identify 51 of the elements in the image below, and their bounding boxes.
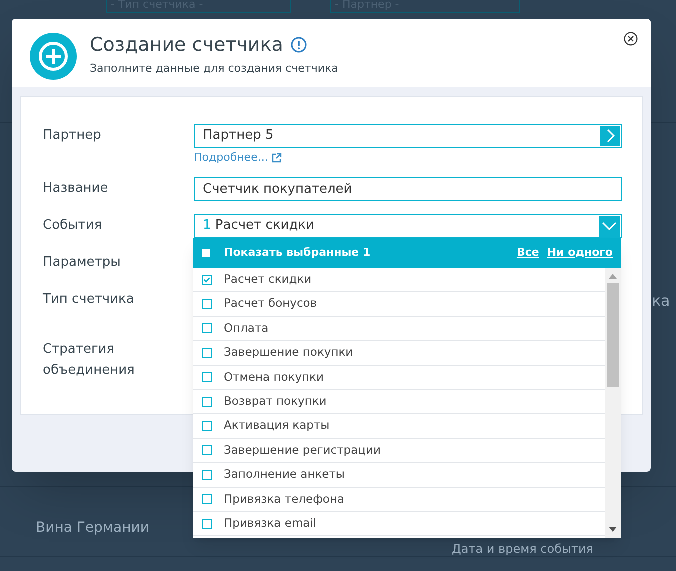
dialog-title: Создание счетчика xyxy=(90,33,284,58)
checkbox[interactable] xyxy=(202,299,212,310)
checkbox[interactable] xyxy=(202,323,212,334)
field-label: Параметры xyxy=(43,254,122,272)
info-icon xyxy=(291,37,308,54)
dialog-subtitle: Заполните данные для создания счетчика xyxy=(90,61,338,77)
checkbox[interactable] xyxy=(202,372,212,382)
checkbox[interactable] xyxy=(202,274,212,285)
table-cell-text: ка xyxy=(652,291,670,312)
events-select[interactable]: 1 Расчет скидки xyxy=(194,214,622,238)
option-row[interactable]: Заполнение анкеты xyxy=(193,463,605,488)
option-row[interactable]: Привязка email xyxy=(193,512,605,536)
chevron-down-icon[interactable] xyxy=(599,216,620,236)
option-row[interactable]: Завершение покупки xyxy=(193,341,605,366)
field-label: Стратегия объединения xyxy=(43,341,136,375)
checkbox[interactable] xyxy=(202,396,212,407)
close-icon[interactable] xyxy=(624,32,638,46)
partner-picker[interactable]: Партнер 5 xyxy=(194,124,622,148)
option-row[interactable]: Отмена покупки xyxy=(193,366,605,390)
chevron-right-icon[interactable] xyxy=(600,126,620,146)
checkbox-icon[interactable] xyxy=(202,249,210,257)
checkbox[interactable] xyxy=(202,518,212,529)
checkbox[interactable] xyxy=(202,494,212,504)
field-label: Тип счетчика xyxy=(43,291,136,309)
option-row[interactable]: Привязка телефона xyxy=(193,488,605,512)
checkbox[interactable] xyxy=(202,445,212,456)
field-label: Название xyxy=(43,180,110,198)
option-row[interactable]: Активация карты xyxy=(193,414,605,439)
select-value: 1 Расчет скидки xyxy=(203,217,314,236)
checkbox[interactable] xyxy=(202,348,212,358)
option-row[interactable]: Расчет бонусов xyxy=(193,292,605,317)
table-cell-text: Дата и время события xyxy=(452,541,594,558)
table-cell-text: Вина Германии xyxy=(36,519,150,538)
add-icon xyxy=(30,33,77,80)
scroll-thumb[interactable] xyxy=(607,283,619,387)
field-label: Партнер xyxy=(43,127,102,145)
option-row[interactable]: Оплата xyxy=(193,316,605,342)
field-label: События xyxy=(43,217,104,235)
scrollbar[interactable] xyxy=(605,268,621,538)
option-row[interactable]: Возврат покупки xyxy=(193,390,605,414)
scroll-down-icon[interactable] xyxy=(609,527,617,532)
option-row[interactable]: Завершение регистрации xyxy=(193,438,605,464)
show-selected-label: Показать выбранные 1 xyxy=(224,244,371,261)
checkbox[interactable] xyxy=(202,470,212,480)
external-link-icon xyxy=(272,153,282,164)
checkbox[interactable] xyxy=(202,421,212,432)
scroll-up-icon[interactable] xyxy=(609,274,617,279)
details-link[interactable]: Подробнее... xyxy=(194,150,282,166)
text-field[interactable]: Счетчик покупателей xyxy=(194,177,622,201)
option-row[interactable]: Расчет скидки xyxy=(193,268,605,292)
field-value: Партнер 5 xyxy=(203,127,274,146)
